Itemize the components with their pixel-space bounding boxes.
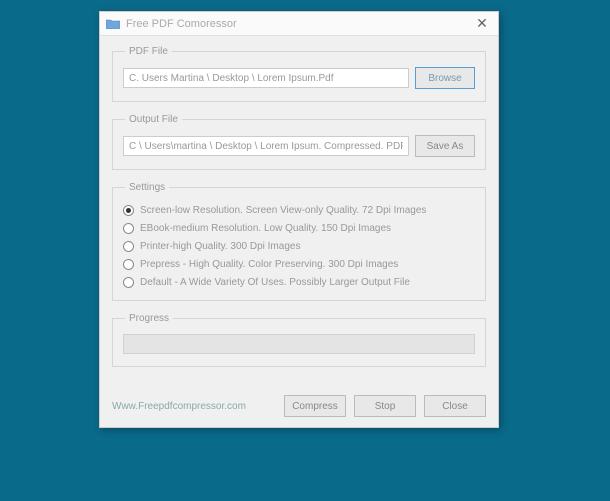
settings-radio-group: Screen-low Resolution. Screen View-only … bbox=[123, 203, 475, 288]
settings-option-label: Prepress - High Quality. Color Preservin… bbox=[140, 259, 398, 270]
folder-icon bbox=[106, 19, 120, 29]
stop-button[interactable]: Stop bbox=[354, 395, 416, 417]
compress-button[interactable]: Compress bbox=[284, 395, 346, 417]
window-title: Free PDF Comoressor bbox=[126, 18, 472, 30]
settings-option-label: Printer-high Quality. 300 Dpi Images bbox=[140, 241, 300, 252]
settings-option-4[interactable]: Default - A Wide Variety Of Uses. Possib… bbox=[123, 277, 475, 288]
progress-group: Progress bbox=[112, 313, 486, 367]
radio-icon[interactable] bbox=[123, 277, 134, 288]
save-as-button[interactable]: Save As bbox=[415, 135, 475, 157]
progress-legend: Progress bbox=[125, 313, 173, 324]
app-window: Free PDF Comoressor ✕ PDF File Browse Ou… bbox=[99, 11, 499, 428]
settings-group: Settings Screen-low Resolution. Screen V… bbox=[112, 182, 486, 301]
pdf-file-input[interactable] bbox=[123, 68, 409, 88]
settings-option-label: Default - A Wide Variety Of Uses. Possib… bbox=[140, 277, 410, 288]
output-file-input[interactable] bbox=[123, 136, 409, 156]
settings-option-1[interactable]: EBook-medium Resolution. Low Quality. 15… bbox=[123, 223, 475, 234]
titlebar: Free PDF Comoressor ✕ bbox=[100, 12, 498, 36]
close-button[interactable]: Close bbox=[424, 395, 486, 417]
radio-icon[interactable] bbox=[123, 223, 134, 234]
browse-button[interactable]: Browse bbox=[415, 67, 475, 89]
settings-legend: Settings bbox=[125, 182, 169, 193]
settings-option-0[interactable]: Screen-low Resolution. Screen View-only … bbox=[123, 205, 475, 216]
settings-option-3[interactable]: Prepress - High Quality. Color Preservin… bbox=[123, 259, 475, 270]
pdf-file-group: PDF File Browse bbox=[112, 46, 486, 102]
pdf-file-legend: PDF File bbox=[125, 46, 172, 57]
output-file-legend: Output File bbox=[125, 114, 182, 125]
settings-option-label: EBook-medium Resolution. Low Quality. 15… bbox=[140, 223, 391, 234]
settings-option-label: Screen-low Resolution. Screen View-only … bbox=[140, 205, 426, 216]
content-area: PDF File Browse Output File Save As Sett… bbox=[100, 36, 498, 387]
website-link[interactable]: Www.Freepdfcompressor.com bbox=[112, 401, 276, 412]
close-icon[interactable]: ✕ bbox=[472, 15, 492, 32]
radio-icon[interactable] bbox=[123, 259, 134, 270]
output-file-group: Output File Save As bbox=[112, 114, 486, 170]
radio-icon[interactable] bbox=[123, 241, 134, 252]
footer: Www.Freepdfcompressor.com Compress Stop … bbox=[100, 387, 498, 427]
settings-option-2[interactable]: Printer-high Quality. 300 Dpi Images bbox=[123, 241, 475, 252]
radio-icon[interactable] bbox=[123, 205, 134, 216]
progress-bar bbox=[123, 334, 475, 354]
